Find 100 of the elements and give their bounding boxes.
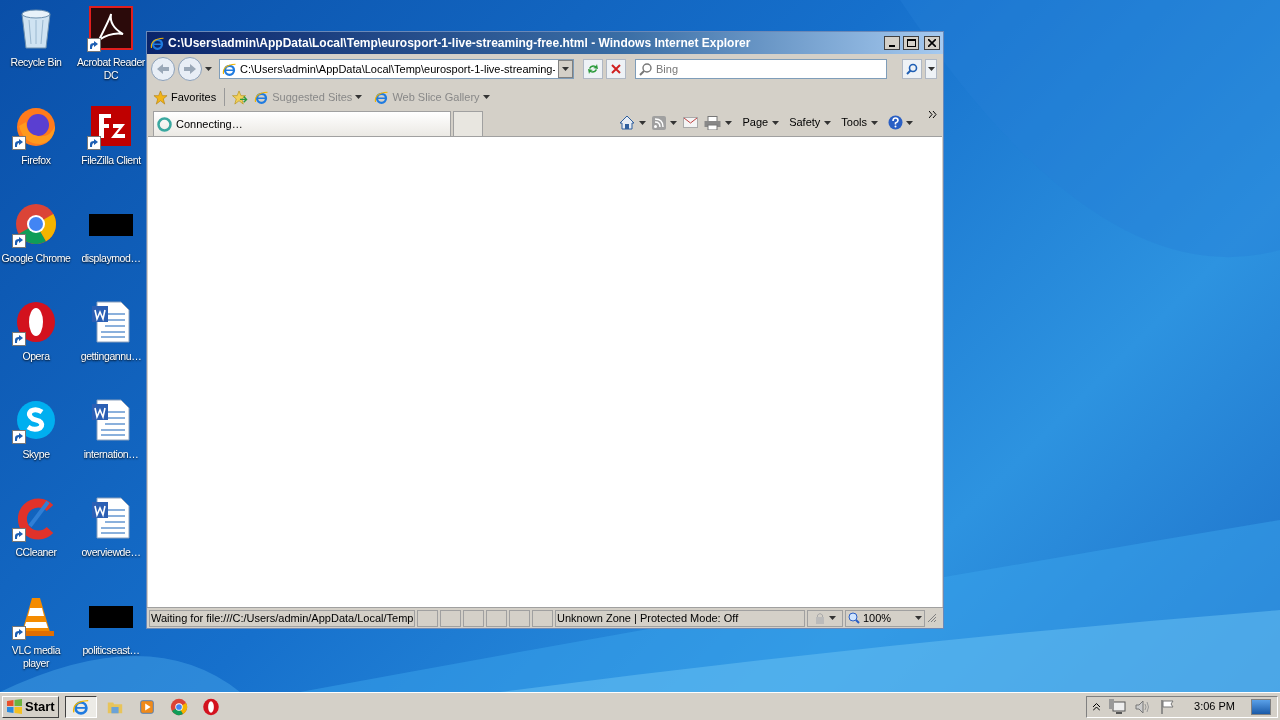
chrome-icon [14, 202, 58, 246]
caret-icon [482, 95, 490, 99]
desktop-icon[interactable]: Acrobat Reader DC [77, 0, 145, 98]
more-commands-button[interactable] [929, 111, 937, 118]
desktop-icon[interactable]: overviewde… [77, 490, 145, 588]
word-document-icon [89, 300, 133, 344]
print-button[interactable] [704, 115, 733, 130]
help-button[interactable] [888, 115, 913, 130]
refresh-icon [587, 63, 599, 75]
star-icon [153, 89, 168, 105]
back-arrow-icon [157, 64, 169, 74]
loading-icon [157, 116, 172, 132]
dropdown-button[interactable] [558, 60, 573, 78]
caret-icon [927, 67, 935, 71]
desktop-icon-label: Skype [21, 448, 51, 461]
minimize-icon [889, 45, 895, 47]
start-button[interactable]: Start [2, 695, 59, 718]
desktop-icon[interactable]: Google Chrome [0, 196, 72, 294]
opera-icon [14, 300, 58, 344]
caret-icon [670, 120, 678, 125]
status-panel [417, 609, 438, 627]
lock-icon [814, 612, 826, 624]
opera-icon [201, 697, 220, 716]
search-icon [639, 62, 652, 76]
command-menu[interactable]: Tools [841, 114, 878, 131]
desktop-icon[interactable]: Recycle Bin [0, 0, 72, 98]
add-favorites-icon [231, 89, 249, 105]
desktop-icon[interactable]: Skype [0, 392, 72, 490]
forward-arrow-icon [184, 64, 196, 74]
clock[interactable]: 3:06 PM [1194, 698, 1235, 715]
internet-explorer-icon [254, 89, 270, 105]
desktop-icon-label: FileZilla Client [80, 154, 142, 167]
browser-tab[interactable]: Connecting… [153, 111, 451, 136]
status-text: Waiting for file:///C:/Users/admin/AppData/Local/Temp [149, 609, 415, 627]
caret-icon [639, 120, 647, 125]
close-icon [928, 39, 936, 47]
search-input[interactable]: Bing [656, 60, 883, 78]
caret-icon [725, 120, 733, 125]
search-field[interactable]: Bing [635, 59, 887, 79]
desktop-icon[interactable]: Opera [0, 294, 72, 392]
status-panel [463, 609, 484, 627]
search-options-button[interactable] [925, 59, 937, 79]
caret-icon [824, 120, 832, 125]
security-zone-text: Unknown Zone | Protected Mode: Off [555, 609, 805, 627]
protected-mode-button[interactable] [807, 609, 843, 627]
stop-button[interactable] [606, 59, 626, 79]
feeds-button[interactable] [652, 115, 678, 130]
flag-icon[interactable] [1160, 698, 1177, 715]
status-panel [440, 609, 461, 627]
home-button[interactable] [619, 115, 647, 130]
windows-logo-icon [6, 699, 23, 714]
desktop-icon-label: Firefox [20, 154, 52, 167]
search-icon [906, 63, 918, 75]
caret-icon [915, 616, 922, 620]
desktop-icon[interactable]: politicseast… [77, 588, 145, 686]
desktop-icon-label: overviewde… [80, 546, 142, 559]
desktop-icon[interactable]: CCleaner [0, 490, 72, 588]
feed-icon [652, 115, 667, 130]
address-field[interactable]: C:\Users\admin\AppData\Local\Temp\eurosport-1-live-streaming- [219, 59, 574, 79]
mail-icon [683, 117, 699, 128]
minimize-button[interactable] [884, 36, 900, 50]
desktop-icon[interactable]: internation… [77, 392, 145, 490]
word-document-icon [89, 398, 133, 442]
favorites-button[interactable]: Favorites [153, 88, 217, 106]
taskbar-button[interactable] [64, 695, 97, 718]
desktop-icon[interactable]: VLC media player [0, 588, 72, 686]
show-hidden-icons-button[interactable] [1093, 702, 1101, 711]
window-title: C:\Users\admin\AppData\Local\Temp\eurosport-1-live-streaming-free.html - Windows Internet Explorer [168, 35, 752, 52]
internet-explorer-icon [150, 35, 165, 51]
close-button[interactable] [924, 36, 940, 50]
printer-icon [704, 115, 722, 130]
desktop-icon-label: VLC media player [10, 644, 62, 670]
show-desktop-button[interactable] [1251, 698, 1271, 715]
desktop-icon[interactable]: Firefox [0, 98, 72, 196]
mail-button[interactable] [683, 117, 699, 128]
network-icon[interactable] [1108, 698, 1127, 715]
caret-icon [205, 67, 212, 71]
maximize-button[interactable] [903, 36, 919, 50]
status-panel [532, 609, 553, 627]
resize-grip-icon [927, 613, 937, 623]
desktop-icon-label: politicseast… [81, 644, 141, 657]
chevron-up-icon [1093, 702, 1101, 711]
filezilla-icon [89, 104, 133, 148]
caret-icon [871, 120, 878, 125]
internet-explorer-icon [71, 697, 90, 716]
search-button[interactable] [902, 59, 922, 79]
refresh-button[interactable] [583, 59, 603, 79]
desktop-icon[interactable]: FileZilla Client [77, 98, 145, 196]
caret-icon [772, 120, 780, 125]
zoom-button[interactable]: 100% [845, 609, 925, 627]
status-panel [486, 609, 507, 627]
desktop-icon[interactable]: gettingannu… [77, 294, 145, 392]
desktop-icon-label: CCleaner [14, 546, 58, 559]
command-menu[interactable]: Page [742, 114, 780, 131]
command-menu[interactable]: Safety [789, 114, 832, 131]
desktop-icon[interactable]: displaymod… [77, 196, 145, 294]
status-panel [509, 609, 530, 627]
word-document-icon [89, 496, 133, 540]
desktop-icon-label: Acrobat Reader DC [77, 56, 145, 82]
desktop-icon-label: gettingannu… [79, 350, 143, 363]
